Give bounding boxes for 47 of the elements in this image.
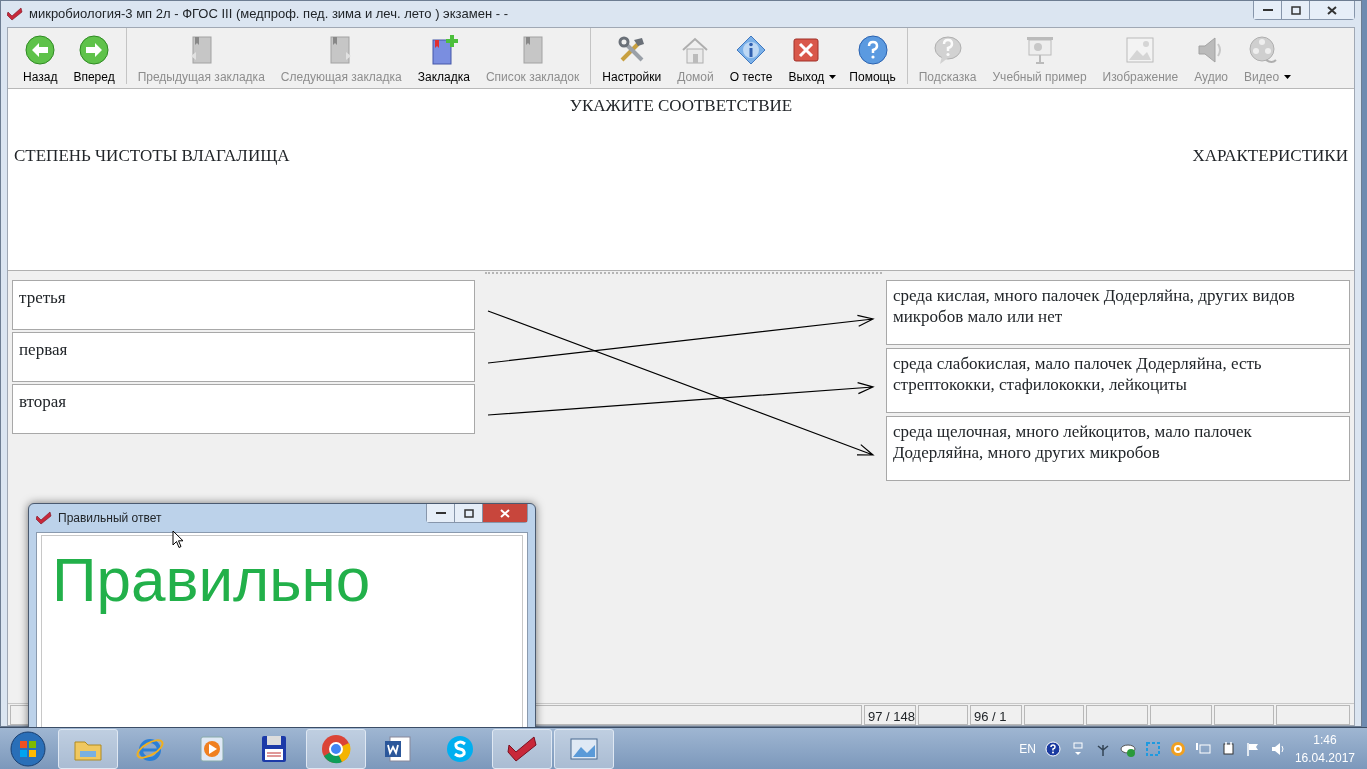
minimize-button[interactable] — [1254, 1, 1282, 19]
maximize-icon — [1290, 5, 1301, 15]
toolbar-button[interactable]: О тесте — [722, 34, 780, 84]
minimize-icon — [1262, 8, 1273, 12]
close-icon — [500, 508, 510, 518]
status-cell: 96 / 1 — [970, 705, 1022, 725]
column-heading: ХАРАКТЕРИСТИКИ — [1192, 144, 1348, 167]
window-title: микробиология-3 мп 2л - ФГОС III (медпроф. пед. зима и леч. лето ) экзамен - - — [29, 5, 508, 24]
chrome-icon — [320, 732, 352, 765]
speaker-icon[interactable] — [1269, 740, 1286, 757]
toolbar-button[interactable]: Закладка — [410, 34, 477, 84]
dialog-title: Правильный ответ — [58, 510, 162, 527]
answer-option[interactable]: среда слабокислая, мало палочек Додерляйна, есть стрептококки, стафилококки, лейкоциты — [886, 348, 1350, 413]
flag-icon[interactable] — [1244, 740, 1261, 757]
answer-option[interactable]: среда щелочная, много лейкоцитов, мало палочек Додерляйна, много других микробов — [886, 416, 1350, 481]
close-button[interactable] — [483, 504, 527, 522]
close-button[interactable] — [1310, 1, 1354, 19]
maximize-icon — [463, 508, 474, 518]
image-icon — [1124, 34, 1157, 66]
circle-app-icon[interactable] — [1169, 740, 1186, 757]
taskbar-app-button[interactable] — [492, 728, 552, 769]
minimize-button[interactable] — [427, 504, 455, 522]
result-message: Правильно — [52, 545, 371, 614]
app-logo-icon — [7, 7, 23, 21]
help-icon — [856, 34, 889, 66]
answer-option[interactable]: третья — [12, 280, 475, 330]
minimize-icon — [435, 511, 446, 515]
maximize-button[interactable] — [1282, 1, 1310, 19]
app-logo-icon — [36, 511, 52, 525]
answer-option[interactable]: среда кислая, много палочек Додерляйна, других видов микробов мало или нет — [886, 280, 1350, 345]
answer-option[interactable]: первая — [12, 332, 475, 382]
maximize-button[interactable] — [455, 504, 483, 522]
toolbar-button[interactable]: Вперед — [66, 34, 122, 84]
info-icon — [735, 34, 768, 66]
answer-option[interactable]: вторая — [12, 384, 475, 434]
close-icon — [1327, 5, 1337, 15]
question-title: УКАЖИТЕ СООТВЕТСТВИЕ — [569, 96, 793, 115]
help-icon[interactable] — [1044, 740, 1061, 757]
status-cell: 97 / 148 — [864, 705, 916, 725]
arrow-left-icon — [24, 34, 57, 66]
toolbar-button[interactable]: Выход — [781, 34, 832, 84]
toolbar-button[interactable]: Настройки — [595, 34, 669, 84]
toolbar-button[interactable]: Назад — [16, 34, 65, 84]
toolbar-button[interactable]: Помощь — [842, 34, 903, 84]
hint-icon — [931, 34, 964, 66]
arrow-right-icon — [78, 34, 110, 66]
column-heading: СТЕПЕНЬ ЧИСТОТЫ ВЛАГАЛИЩА — [14, 144, 290, 167]
